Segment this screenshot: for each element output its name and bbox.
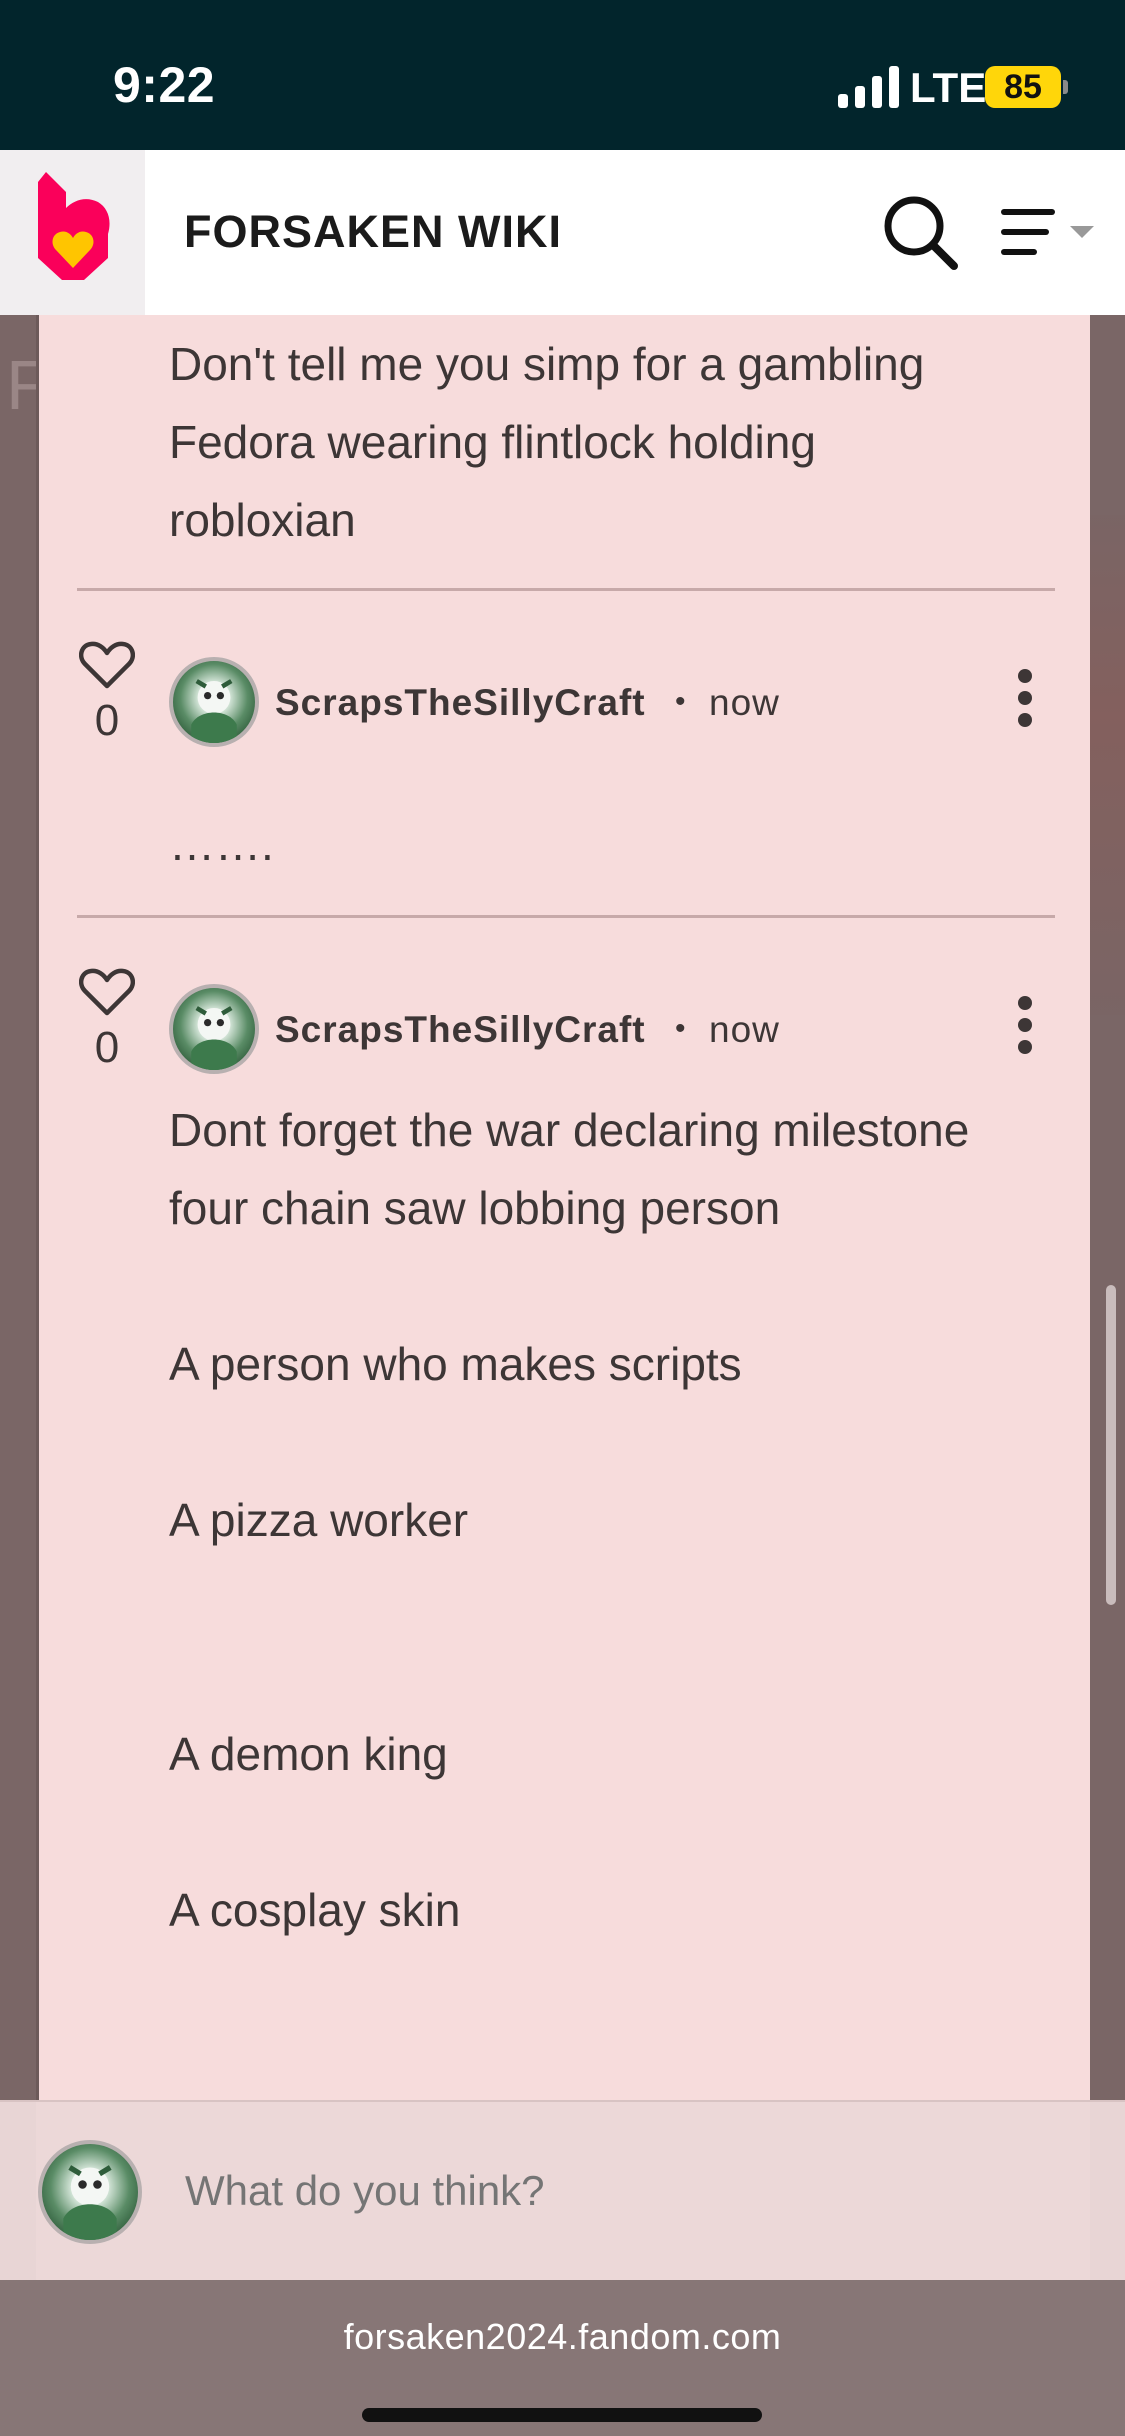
avatar-image [191,679,237,743]
comment-line: Dont forget the war declaring milestone [169,1104,970,1156]
comment-line: A pizza worker [169,1494,469,1546]
comment-line: A demon king [169,1728,448,1780]
menu-icon[interactable] [1000,204,1100,264]
comment-divider [77,915,1055,918]
comment-body: Dont forget the war declaring milestone … [169,1091,969,1247]
fandom-heart-flame-icon [38,172,110,280]
avatar[interactable] [169,984,259,1074]
heart-icon [79,968,135,1016]
comment-timestamp: now [709,682,780,723]
status-time: 9:22 [113,57,216,113]
scrollbar[interactable] [1106,1285,1116,1605]
fandom-logo-button[interactable] [0,150,145,315]
battery-tip [1063,80,1068,94]
comment-body: Don't tell me you simp for a gambling Fe… [169,325,924,559]
current-user-avatar [38,2140,142,2244]
comment-line: four chain saw lobbing person [169,1182,781,1234]
comment-timestamp: now [709,1009,780,1050]
status-bar: 9:22 LTE 85 [0,0,1125,150]
comments-area[interactable]: F Don't tell me you simp for a gambling … [0,315,1125,2100]
signal-icon [838,66,899,108]
battery-icon: 85 [985,66,1061,108]
avatar-image [191,1006,237,1070]
like-button[interactable]: 0 [77,640,137,746]
url-text[interactable]: forsaken2024.fandom.com [0,2316,1125,2358]
comment-username[interactable]: ScrapsTheSillyCraft [275,682,646,724]
like-count: 0 [94,1023,120,1072]
comment-username[interactable]: ScrapsTheSillyCraft [275,1009,646,1051]
comment-line: Fedora wearing flintlock holding [169,416,816,468]
meta-separator: • [675,1012,686,1045]
comment-input[interactable] [185,2167,1005,2215]
search-icon[interactable] [880,192,960,272]
wiki-header: FORSAKEN WIKI [0,150,1125,315]
comment-composer [0,2100,1125,2282]
comment-divider [77,588,1055,591]
home-indicator[interactable] [362,2408,762,2422]
meta-separator: • [675,685,686,718]
avatar[interactable] [169,657,259,747]
more-options-icon[interactable] [1005,663,1045,743]
comment-line: robloxian [169,494,356,546]
network-type: LTE [910,64,987,111]
more-options-icon[interactable] [1005,990,1045,1070]
comment-line: A cosplay skin [169,1884,461,1936]
like-button[interactable]: 0 [77,967,137,1073]
comments-panel: Don't tell me you simp for a gambling Fe… [36,315,1090,2100]
avatar-image [63,2165,117,2240]
comment-line: Don't tell me you simp for a gambling [169,338,925,390]
comment-body: ……. [169,818,274,870]
heart-icon [79,641,135,689]
comment-line: A person who makes scripts [169,1338,742,1390]
like-count: 0 [94,696,120,745]
browser-address-bar: forsaken2024.fandom.com [0,2280,1125,2436]
background-decoration-right [1090,515,1125,1015]
wiki-title[interactable]: FORSAKEN WIKI [184,206,562,258]
